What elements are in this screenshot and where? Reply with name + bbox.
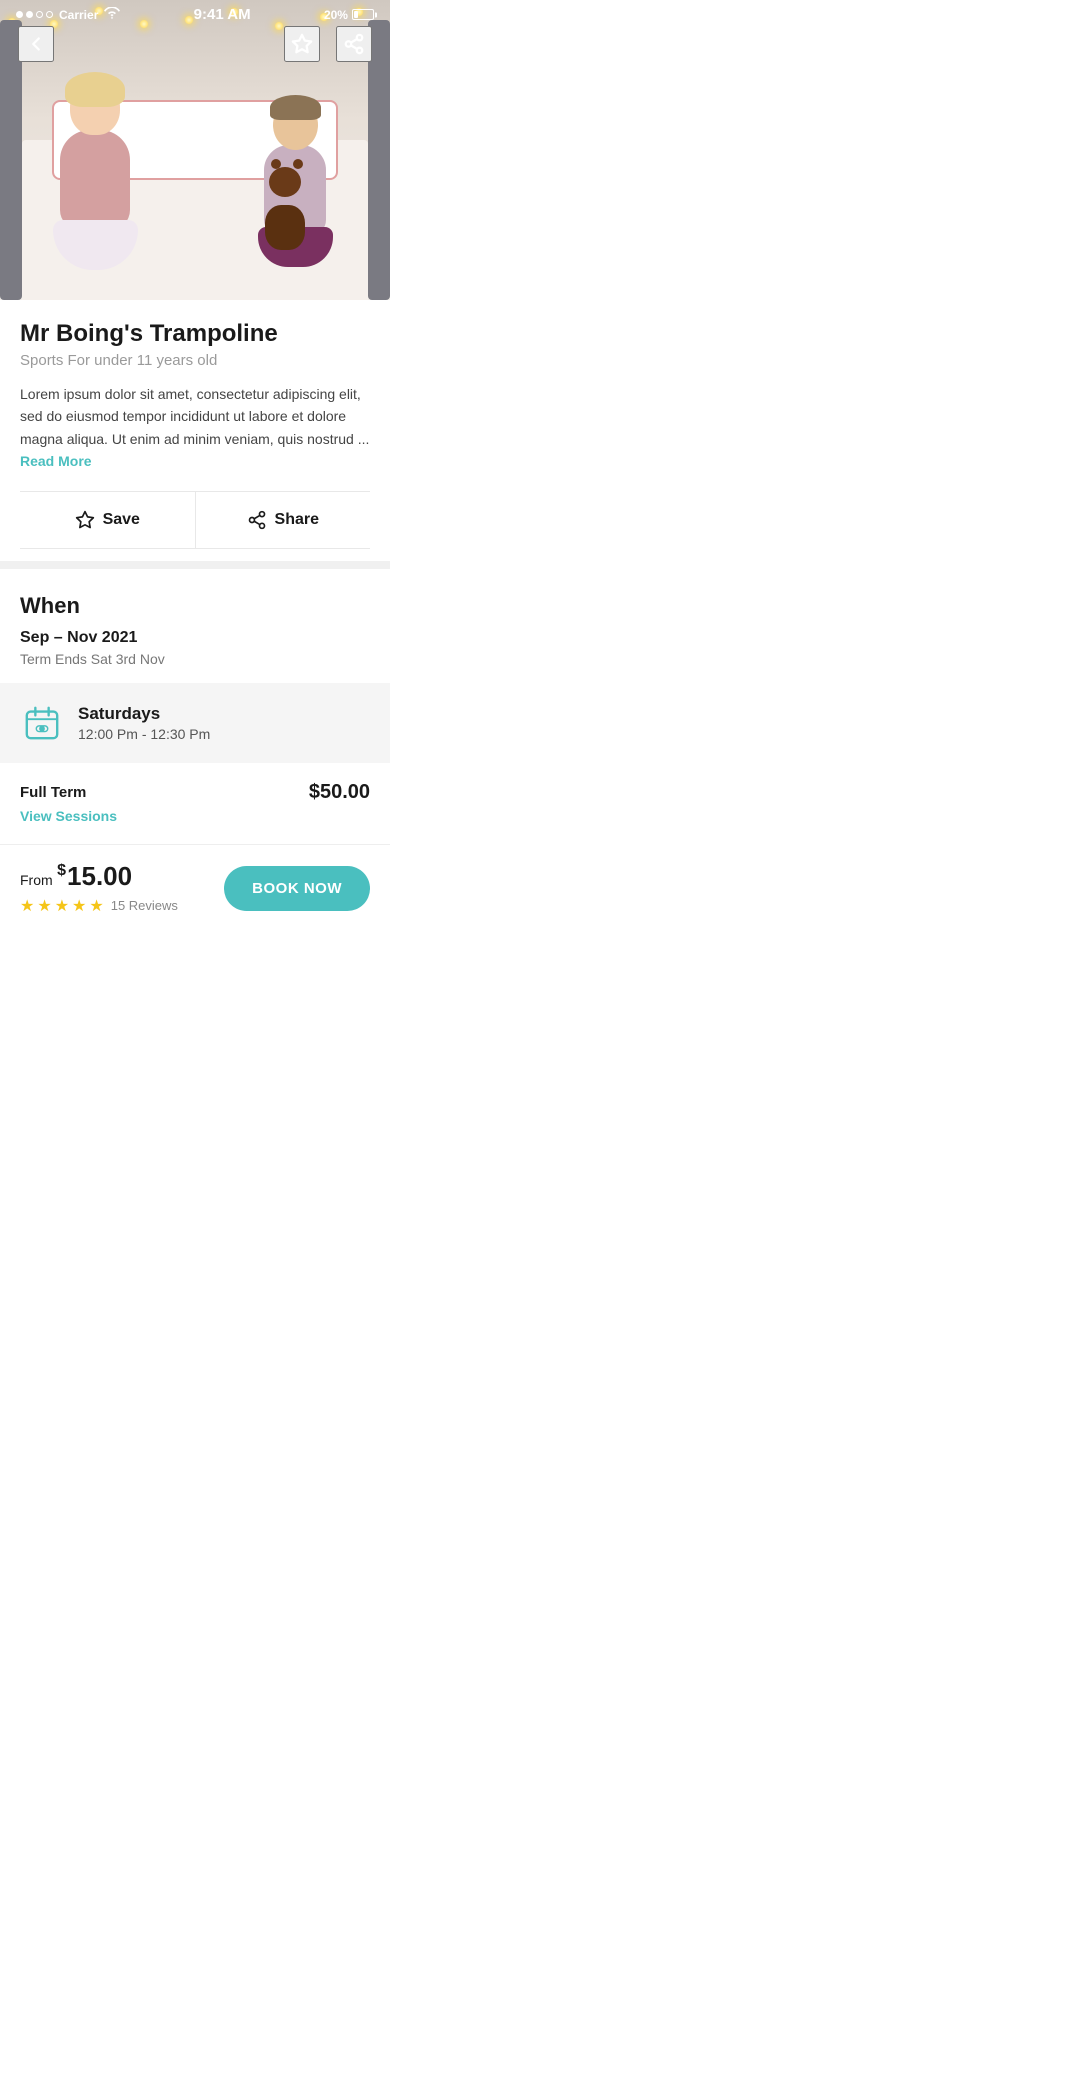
when-title: When — [20, 593, 370, 619]
star-3: ★ — [55, 896, 69, 916]
book-now-button[interactable]: BOOK NOW — [224, 866, 370, 911]
bear-body — [265, 205, 305, 250]
stars-row: ★ ★ ★ ★ ★ 15 Reviews — [20, 896, 178, 916]
main-info: Mr Boing's Trampoline Sports For under 1… — [0, 300, 390, 561]
child2-head — [273, 100, 318, 150]
bed-frame-left — [0, 20, 22, 300]
share-hero-button[interactable] — [336, 26, 372, 62]
schedule-time: 12:00 Pm - 12:30 Pm — [78, 726, 210, 742]
read-more-link[interactable]: Read More — [20, 453, 92, 469]
bottom-bar: From $15.00 ★ ★ ★ ★ ★ 15 Reviews BOOK NO… — [0, 844, 390, 940]
description-text: Lorem ipsum dolor sit amet, consectetur … — [20, 386, 369, 447]
bear-ear-right — [293, 159, 303, 169]
pricing-amount: $50.00 — [309, 781, 370, 804]
content: Mr Boing's Trampoline Sports For under 1… — [0, 300, 390, 940]
calendar-icon — [20, 701, 64, 745]
save-label: Save — [103, 511, 140, 529]
dot-1 — [16, 11, 23, 18]
share-label: Share — [275, 511, 319, 529]
bear-ear-left — [271, 159, 281, 169]
hero-image — [0, 0, 390, 300]
child1-hair — [65, 72, 125, 107]
star-2: ★ — [37, 896, 51, 916]
date-range: Sep – Nov 2021 — [20, 629, 370, 647]
status-time: 9:41 AM — [194, 6, 251, 23]
bed-frame-right — [368, 20, 390, 300]
save-button[interactable]: Save — [20, 492, 196, 548]
schedule-info: Saturdays 12:00 Pm - 12:30 Pm — [78, 704, 210, 742]
share-icon — [247, 510, 267, 530]
price-amount: 15.00 — [67, 861, 132, 891]
signal-dots — [16, 11, 53, 18]
reviews-count: 15 Reviews — [111, 898, 178, 913]
term-end: Term Ends Sat 3rd Nov — [20, 651, 370, 667]
dot-3 — [36, 11, 43, 18]
dot-2 — [26, 11, 33, 18]
event-title: Mr Boing's Trampoline — [20, 320, 370, 348]
back-button[interactable] — [18, 26, 54, 62]
star-5: ★ — [89, 896, 103, 916]
status-bar: Carrier 9:41 AM 20% — [0, 0, 390, 27]
view-sessions-link[interactable]: View Sessions — [0, 808, 390, 844]
status-left: Carrier — [16, 7, 120, 22]
action-bar: Save Share — [20, 491, 370, 549]
currency-symbol: $ — [57, 862, 66, 879]
pricing-row: Full Term $50.00 — [0, 763, 390, 808]
schedule-card: Saturdays 12:00 Pm - 12:30 Pm — [0, 683, 390, 763]
bear-toy — [260, 175, 310, 235]
from-label: From — [20, 872, 53, 888]
from-price: From $15.00 ★ ★ ★ ★ ★ 15 Reviews — [20, 861, 178, 916]
event-description: Lorem ipsum dolor sit amet, consectetur … — [20, 383, 370, 473]
from-amount: $15.00 — [57, 861, 132, 891]
wifi-icon — [104, 7, 120, 22]
when-section: When Sep – Nov 2021 Term Ends Sat 3rd No… — [0, 569, 390, 683]
star-1: ★ — [20, 896, 34, 916]
save-hero-button[interactable] — [284, 26, 320, 62]
dot-4 — [46, 11, 53, 18]
status-right: 20% — [324, 8, 374, 22]
star-4: ★ — [72, 896, 86, 916]
child2-hair — [270, 95, 321, 120]
child1-head — [70, 80, 120, 135]
bear-ears — [271, 159, 303, 169]
battery-percent: 20% — [324, 8, 348, 22]
star-icon — [75, 510, 95, 530]
hero-nav — [0, 26, 390, 62]
schedule-day: Saturdays — [78, 704, 210, 724]
battery-fill — [354, 11, 358, 18]
child1-body — [60, 130, 130, 230]
pricing-label: Full Term — [20, 784, 86, 801]
share-button[interactable]: Share — [196, 492, 371, 548]
section-divider — [0, 561, 390, 569]
hero-nav-right — [284, 26, 372, 62]
calendar-svg — [23, 704, 61, 742]
bear-head — [269, 167, 301, 197]
battery-icon — [352, 9, 374, 20]
from-price-row: From $15.00 — [20, 861, 178, 892]
child1 — [50, 80, 140, 240]
carrier-label: Carrier — [59, 8, 98, 22]
event-subtitle: Sports For under 11 years old — [20, 352, 370, 369]
